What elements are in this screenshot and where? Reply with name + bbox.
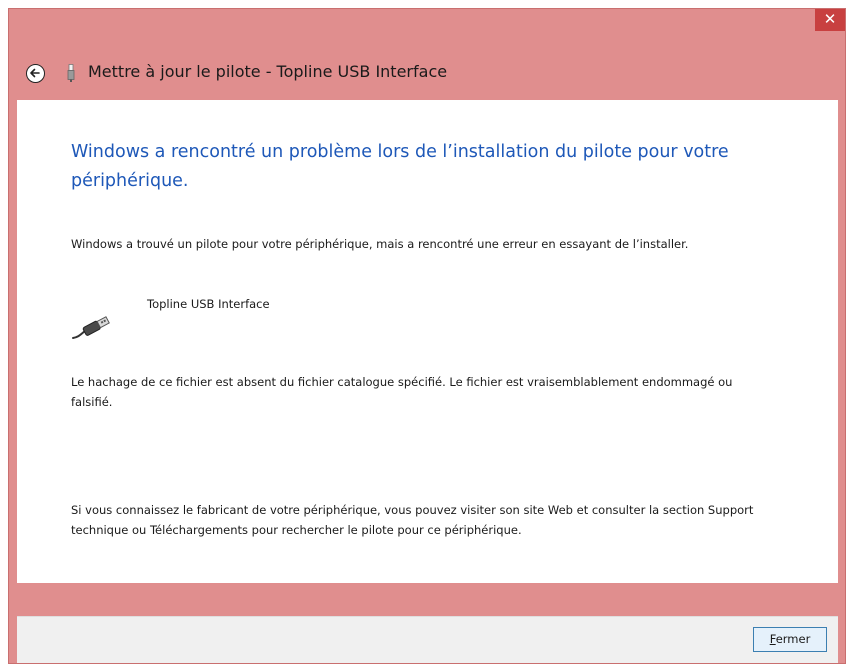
dialog-content: Windows a rencontré un problème lors de … bbox=[17, 100, 838, 583]
main-heading: Windows a rencontré un problème lors de … bbox=[71, 142, 729, 191]
intro-text: Windows a trouvé un pilote pour votre pé… bbox=[71, 237, 689, 251]
usb-plug-icon bbox=[67, 64, 75, 82]
close-icon: ✕ bbox=[823, 10, 837, 28]
dialog-footer: Fermer bbox=[17, 616, 838, 663]
close-dialog-button[interactable]: Fermer bbox=[753, 627, 827, 652]
close-button-label: ermer bbox=[775, 632, 811, 646]
device-name: Topline USB Interface bbox=[147, 297, 270, 311]
error-detail-text: Le hachage de ce fichier est absent du f… bbox=[71, 375, 733, 409]
window-close-button[interactable]: ✕ bbox=[815, 9, 845, 31]
dialog-title: Mettre à jour le pilote - Topline USB In… bbox=[88, 62, 448, 81]
dialog-header: Mettre à jour le pilote - Topline USB In… bbox=[9, 49, 845, 99]
usb-cable-icon bbox=[72, 316, 110, 339]
help-text: Si vous connaissez le fabricant de votre… bbox=[71, 503, 754, 537]
back-button[interactable] bbox=[26, 64, 45, 83]
back-arrow-icon bbox=[30, 68, 40, 78]
dialog-window: ✕ Mettre à jour le pilote - Topline USB … bbox=[8, 8, 846, 664]
